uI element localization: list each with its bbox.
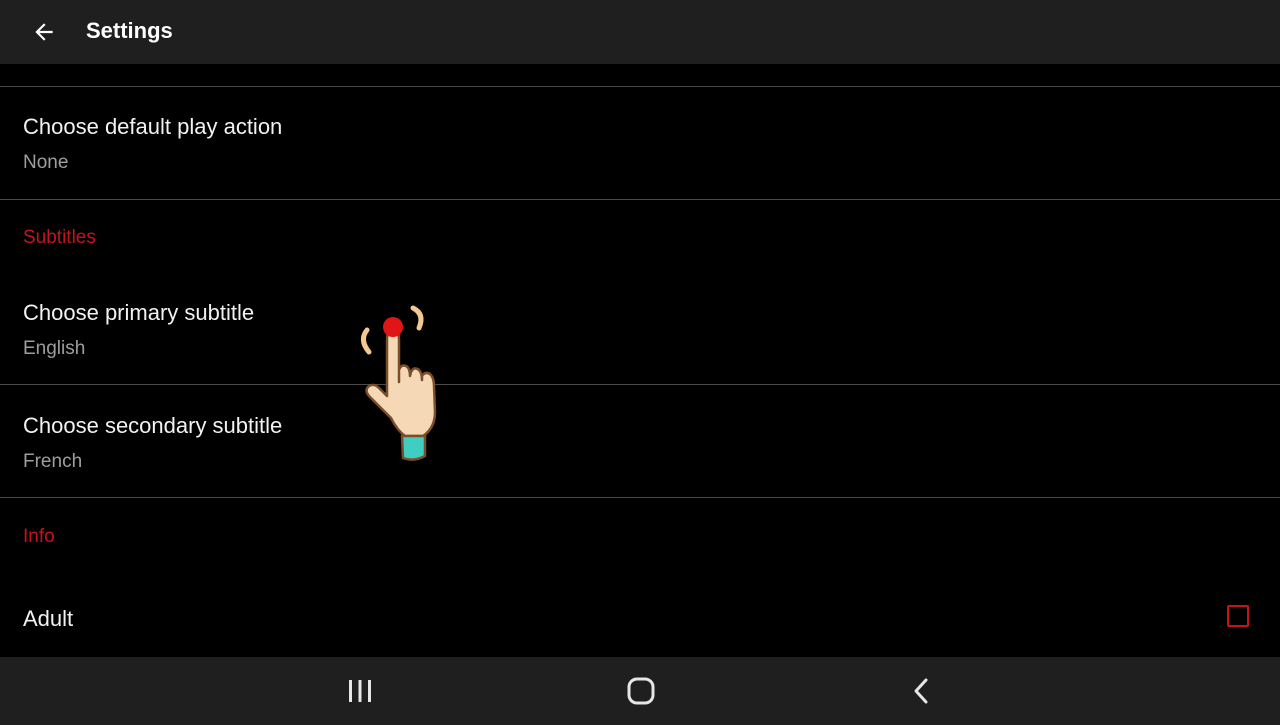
nav-back-button[interactable]: [899, 669, 943, 713]
home-icon: [627, 677, 655, 705]
pref-title: Choose primary subtitle: [23, 300, 255, 325]
home-button[interactable]: [619, 669, 663, 713]
pref-secondary-subtitle[interactable]: Choose secondary subtitle French: [0, 385, 1280, 497]
pref-primary-subtitle[interactable]: Choose primary subtitle English: [0, 272, 1280, 384]
pref-title: Choose secondary subtitle: [23, 413, 283, 438]
pref-default-play-action[interactable]: Choose default play action None: [0, 87, 1280, 199]
pref-adult[interactable]: Adult: [0, 575, 1280, 657]
adult-checkbox[interactable]: [1227, 605, 1249, 627]
page-title: Settings: [86, 18, 173, 43]
divider: [0, 199, 1280, 200]
pref-summary: English: [23, 338, 86, 359]
pref-title: Adult: [23, 606, 74, 631]
arrow-back-icon: [35, 23, 53, 41]
pref-summary: French: [23, 451, 83, 472]
app-bar: Settings: [0, 0, 1280, 64]
divider: [0, 497, 1280, 498]
pref-summary: None: [23, 152, 69, 173]
category-subtitles: Subtitles: [23, 227, 96, 248]
recents-icon: [349, 680, 371, 702]
system-nav-bar: [0, 657, 1280, 725]
settings-screen: Settings Choose default play action None…: [0, 0, 1280, 725]
pref-title: Choose default play action: [23, 114, 283, 139]
back-button[interactable]: [22, 10, 66, 54]
category-info: Info: [23, 526, 55, 547]
recents-button[interactable]: [338, 669, 382, 713]
nav-back-icon: [914, 678, 928, 704]
